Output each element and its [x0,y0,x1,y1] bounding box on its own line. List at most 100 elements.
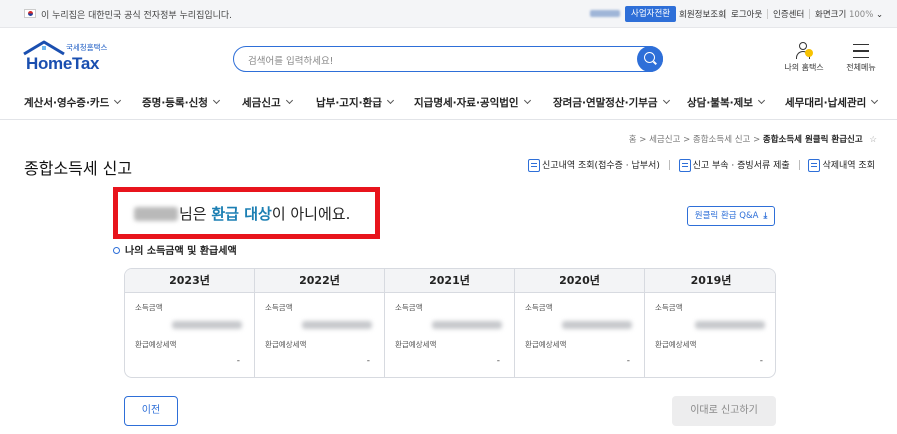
deleted-history-link[interactable]: 삭제내역 조회 [808,158,875,172]
business-switch-button[interactable]: 사업자전환 [625,6,677,22]
year-header: 2023년 [125,269,254,293]
divider [767,9,768,19]
gov-notice-text: 이 누리집은 대한민국 공식 전자정부 누리집입니다. [41,11,233,21]
document-icon [678,159,691,172]
all-menu-button[interactable]: 전체메뉴 [843,42,879,73]
chevron-down-icon [285,96,293,105]
refund-value: - [626,356,630,366]
redacted-income-value [562,321,632,329]
my-hometax-button[interactable]: 나의 홈택스 [782,42,826,73]
attach-docs-link-label: 신고 부속 · 증빙서류 제출 [692,161,790,171]
breadcrumb-item-tax-return[interactable]: 세금신고 [649,135,680,145]
year-header: 2020년 [515,269,644,293]
gnb-label: 증명·등록·신청 [142,97,208,109]
gnb-label: 납부·고지·환급 [316,97,382,109]
divider [725,9,726,19]
cert-center-link[interactable]: 인증센터 [773,8,804,20]
income-label: 소득금액 [655,303,683,312]
refund-status-notice: 님은 환급 대상이 아니에요. [113,187,380,239]
breadcrumb-item-income-tax[interactable]: 종합소득세 신고 [693,135,750,145]
submit-as-is-button[interactable]: 이대로 신고하기 [672,396,776,426]
logout-link[interactable]: 로그아웃 [731,8,762,20]
year-header: 2019년 [645,269,775,293]
page-links: 신고내역 조회(접수증 · 납부서) 신고 부속 · 증빙서류 제출 삭제내역 … [528,158,875,172]
gnb-label: 상담·불복·제보 [687,97,753,109]
notice-end: 이 아니에요. [271,205,351,223]
gnb-item-invoice[interactable]: 계산서·영수증·카드 [24,95,122,110]
hometax-logo[interactable]: 국세청홈택스 HomeTax [22,40,142,74]
refund-value: - [366,356,370,366]
breadcrumb-separator: > [753,135,761,145]
attach-docs-link[interactable]: 신고 부속 · 증빙서류 제출 [678,158,790,172]
member-info-link[interactable]: 회원정보조회 [679,8,726,20]
trash-icon [808,159,821,172]
search-bar[interactable]: 검색어를 입력하세요! [233,45,663,72]
redacted-user-name [134,207,178,221]
gnb-item-tax-return[interactable]: 세금신고 [242,95,293,110]
redacted-income-value [172,321,242,329]
deleted-history-link-label: 삭제내역 조회 [822,161,875,171]
section-title: 나의 소득금액 및 환급세액 [113,242,237,257]
gnb-item-statements[interactable]: 지급명세·자료·공익법인 [414,95,531,110]
breadcrumb-item-home[interactable]: 홈 [629,135,637,145]
refund-value: - [759,356,763,366]
gnb-label: 계산서·영수증·카드 [24,97,110,109]
income-label: 소득금액 [525,303,553,312]
gnb-label: 지급명세·자료·공익법인 [414,97,519,109]
year-card: 2021년 소득금액 환급예상세액 - [385,269,515,377]
chevron-down-icon [114,96,122,105]
breadcrumb: 홈 > 세금신고 > 종합소득세 신고 > 종합소득세 원클릭 환급신고 ☆ [629,133,877,145]
chevron-down-icon [757,96,765,105]
redacted-income-value [432,321,502,329]
year-card: 2022년 소득금액 환급예상세액 - [255,269,385,377]
gnb-item-agent[interactable]: 세무대리·납세관리 [785,95,879,110]
income-label: 소득금액 [265,303,293,312]
gnb-item-payment[interactable]: 납부·고지·환급 [316,95,394,110]
notice-highlight: 환급 대상 [211,205,272,223]
gnb-item-certificates[interactable]: 증명·등록·신청 [142,95,220,110]
user-icon [794,42,814,60]
chevron-down-icon [871,96,879,105]
gov-notice-bar: 이 누리집은 대한민국 공식 전자정부 누리집입니다. 사업자전환 회원정보조회… [0,0,897,28]
refund-label: 환급예상세액 [395,340,437,349]
logo-title: HomeTax [26,54,100,73]
hamburger-icon [853,44,869,58]
breadcrumb-current: 종합소득세 원클릭 환급신고 [762,135,863,145]
refund-qa-button[interactable]: 원클릭 환급 Q&A ⤓ [687,206,775,226]
divider [809,9,810,19]
search-icon[interactable] [637,45,663,72]
income-label: 소득금액 [135,303,163,312]
divider [668,160,670,170]
history-link-label: 신고내역 조회(접수증 · 납부서) [542,161,660,171]
search-input[interactable]: 검색어를 입력하세요! [248,53,334,67]
redacted-user-badge [590,10,620,17]
chevron-down-icon [523,96,531,105]
prev-button[interactable]: 이전 [124,396,178,426]
global-nav: 계산서·영수증·카드 증명·등록·신청 세금신고 납부·고지·환급 지급명세·자… [0,84,897,120]
my-hometax-label: 나의 홈택스 [784,63,824,72]
refund-value: - [496,356,500,366]
breadcrumb-separator: > [639,135,647,145]
gnb-item-consult[interactable]: 상담·불복·제보 [687,95,765,110]
gnb-item-incentives[interactable]: 장려금·연말정산·기부금 [553,95,670,110]
site-header: 국세청홈택스 HomeTax 검색어를 입력하세요! 나의 홈택스 전체메뉴 [0,28,897,84]
year-header: 2021년 [385,269,514,293]
bullet-icon [113,247,120,254]
page-title: 종합소득세 신고 [24,159,133,178]
refund-label: 환급예상세액 [265,340,307,349]
favorite-star-icon[interactable]: ☆ [869,135,877,145]
refund-label: 환급예상세액 [525,340,567,349]
gnb-label: 장려금·연말정산·기부금 [553,97,658,109]
notice-suffix: 님은 [179,205,212,223]
gnb-label: 세금신고 [242,97,281,109]
refund-value: - [236,356,240,366]
screen-size-link[interactable]: 화면크기 100% ⌄ [815,8,883,20]
yearly-summary-table: 2023년 소득금액 환급예상세액 - 2022년 소득금액 환급예상세액 - … [124,268,776,378]
history-link[interactable]: 신고내역 조회(접수증 · 납부서) [528,158,660,172]
year-card: 2023년 소득금액 환급예상세액 - [125,269,255,377]
year-header: 2022년 [255,269,384,293]
chevron-down-icon [386,96,394,105]
chevron-down-icon [212,96,220,105]
section-title-text: 나의 소득금액 및 환급세액 [125,246,237,257]
refund-status-text: 님은 환급 대상이 아니에요. [134,203,350,224]
